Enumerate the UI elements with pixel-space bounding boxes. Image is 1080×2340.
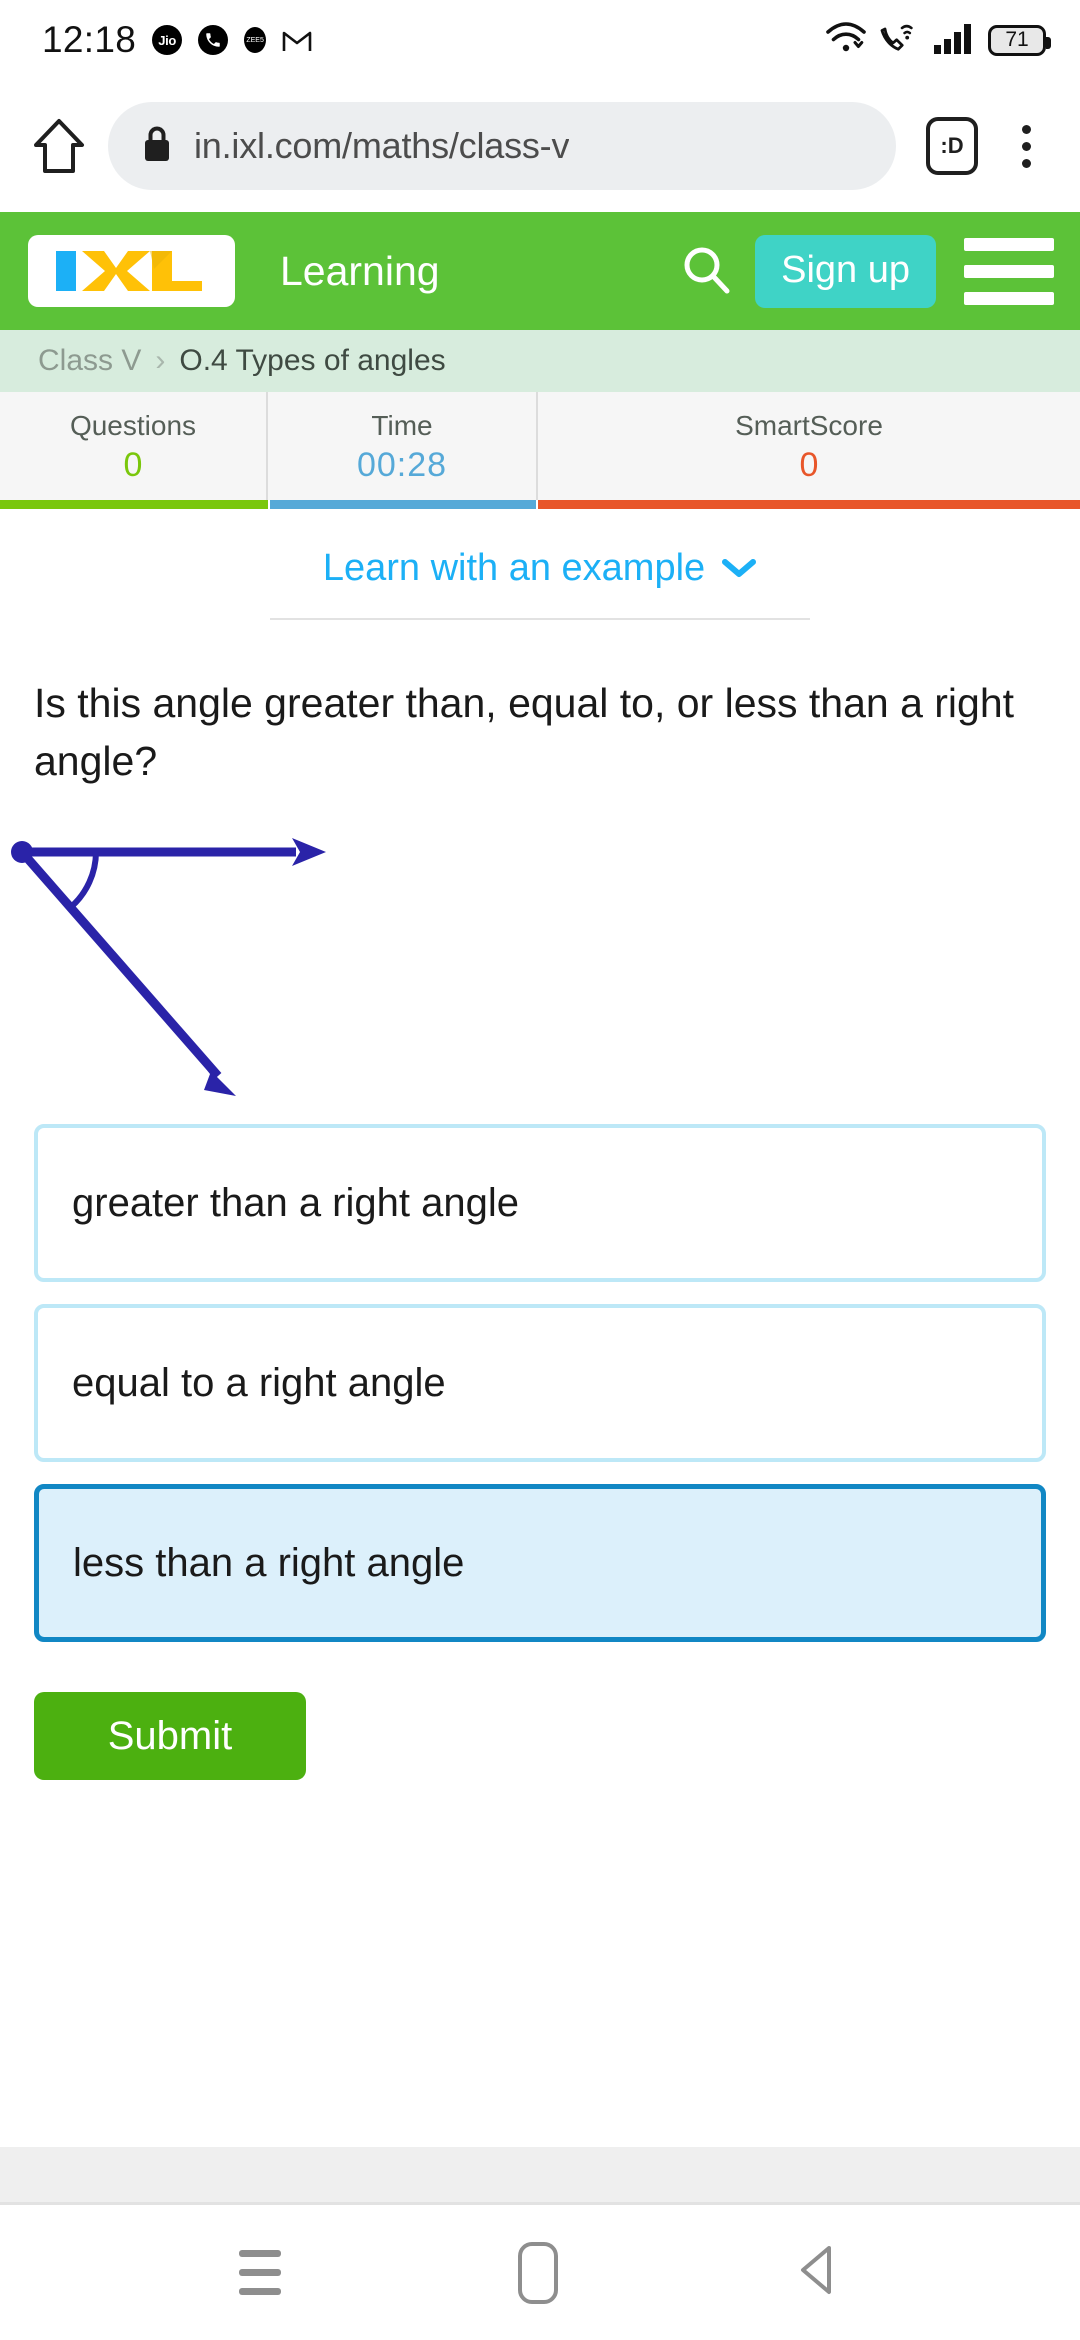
vowifi-call-icon xyxy=(880,21,920,60)
battery-level: 71 xyxy=(1005,28,1029,51)
breadcrumb: Class V › O.4 Types of angles xyxy=(0,330,1080,392)
question-text: Is this angle greater than, equal to, or… xyxy=(34,680,1015,785)
lock-icon xyxy=(142,125,172,168)
nav-item-learning[interactable]: Learning xyxy=(280,248,440,295)
answer-options: greater than a right angle equal to a ri… xyxy=(34,1124,1046,1643)
ixl-logo[interactable] xyxy=(28,235,235,307)
answer-option-greater-label: greater than a right angle xyxy=(72,1180,519,1225)
section-divider xyxy=(270,618,810,620)
stats-underline-smartscore xyxy=(538,500,1080,509)
url-text: in.ixl.com/maths/class-v xyxy=(194,125,570,166)
sign-up-button[interactable]: Sign up xyxy=(755,234,936,308)
battery-icon: 71 xyxy=(988,24,1051,56)
signal-bars-icon xyxy=(933,22,975,59)
zee5-icon: ZEE5 xyxy=(244,27,267,53)
stat-questions: Questions 0 xyxy=(0,392,268,500)
home-pill-icon[interactable] xyxy=(517,2241,558,2304)
chevron-down-icon xyxy=(721,547,757,590)
breadcrumb-current: O.4 Types of angles xyxy=(179,344,446,377)
stat-smartscore-label: SmartScore xyxy=(735,409,883,441)
phone-icon xyxy=(198,25,229,55)
answer-option-equal[interactable]: equal to a right angle xyxy=(34,1304,1046,1463)
breadcrumb-parent[interactable]: Class V xyxy=(38,344,141,378)
answer-option-greater[interactable]: greater than a right angle xyxy=(34,1124,1046,1283)
stat-questions-value: 0 xyxy=(123,445,143,484)
learn-with-example-link[interactable]: Learn with an example xyxy=(0,547,1080,590)
status-bar: 12:18 Jio ZEE5 71 xyxy=(0,0,1080,80)
hamburger-menu-icon[interactable] xyxy=(964,237,1054,305)
stat-smartscore-value: 0 xyxy=(799,445,819,484)
stat-time: Time 00:28 xyxy=(268,392,538,500)
answer-option-less-label: less than a right angle xyxy=(73,1540,465,1585)
stat-time-label: Time xyxy=(371,409,433,441)
stats-bar: Questions 0 Time 00:28 SmartScore 0 xyxy=(0,392,1080,500)
breadcrumb-separator-icon: › xyxy=(155,344,166,377)
angle-diagram xyxy=(0,808,1080,1108)
url-bar[interactable]: in.ixl.com/maths/class-v xyxy=(108,102,896,190)
answer-option-less[interactable]: less than a right angle xyxy=(34,1484,1046,1643)
jio-icon: Jio xyxy=(152,25,183,55)
question-panel: Learn with an example Is this angle grea… xyxy=(0,509,1080,2205)
answer-option-equal-label: equal to a right angle xyxy=(72,1360,446,1405)
submit-button[interactable]: Submit xyxy=(34,1692,306,1781)
stat-time-value: 00:28 xyxy=(356,445,448,484)
phone-screen: 12:18 Jio ZEE5 71 in.ixl.com/maths/class… xyxy=(0,0,1080,2340)
stats-underline-questions xyxy=(0,500,268,509)
home-icon[interactable] xyxy=(30,117,88,175)
tab-counter-button[interactable]: :D xyxy=(926,117,978,175)
wifi-icon xyxy=(825,21,867,60)
back-triangle-icon[interactable] xyxy=(795,2244,841,2301)
search-icon[interactable] xyxy=(665,241,749,301)
status-bar-right: 71 xyxy=(825,21,1051,60)
status-bar-left: 12:18 Jio ZEE5 xyxy=(42,19,312,61)
learn-with-example-label: Learn with an example xyxy=(322,547,706,589)
page-footer-strip xyxy=(0,2147,1080,2205)
overflow-menu-icon[interactable] xyxy=(998,124,1054,168)
stat-smartscore: SmartScore 0 xyxy=(538,392,1080,500)
stats-underline-time xyxy=(268,500,538,509)
android-navigation-bar xyxy=(0,2205,1080,2340)
submit-area: Submit xyxy=(34,1692,1080,1781)
browser-toolbar: in.ixl.com/maths/class-v :D xyxy=(0,80,1080,212)
stat-questions-label: Questions xyxy=(69,409,197,441)
gmail-icon xyxy=(282,27,312,53)
ixl-site-header: Learning Sign up xyxy=(0,212,1080,330)
recent-apps-icon[interactable] xyxy=(238,2250,281,2295)
stats-underline xyxy=(0,500,1080,509)
status-clock: 12:18 xyxy=(42,19,137,60)
